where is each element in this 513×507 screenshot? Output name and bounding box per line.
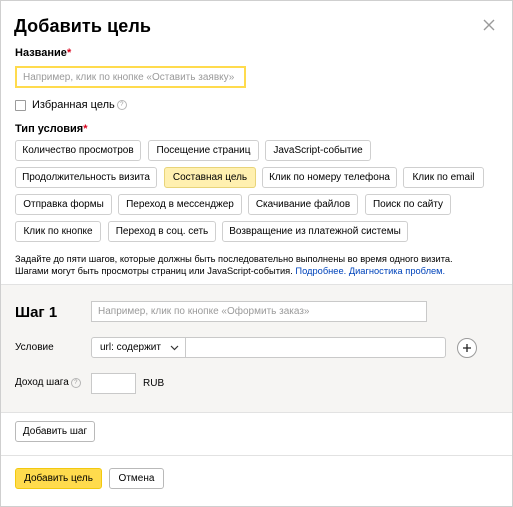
question-icon[interactable]: ? (70, 377, 81, 388)
condition-value-input[interactable] (185, 337, 446, 358)
chip-label: Клик по email (412, 172, 475, 183)
condition-chip-payment-return[interactable]: Возвращение из платежной системы (222, 221, 408, 242)
submit-goal-button[interactable]: Добавить цель (15, 468, 102, 489)
cancel-button[interactable]: Отмена (109, 468, 164, 489)
more-link[interactable]: Подробнее. (295, 266, 346, 276)
step-title: Шаг 1 (15, 304, 58, 321)
chevron-down-icon (170, 345, 179, 351)
condition-chip-visit-duration[interactable]: Продолжительность визита (15, 167, 157, 188)
question-icon[interactable]: ? (116, 100, 127, 110)
chip-label: Клик по кнопке (23, 226, 93, 237)
close-icon[interactable] (482, 18, 496, 32)
plus-icon (463, 344, 471, 352)
step-name-placeholder: Например, клик по кнопке «Оформить заказ… (98, 306, 310, 317)
condition-chip-phone-click[interactable]: Клик по номеру телефона (262, 167, 397, 188)
chip-label: Скачивание файлов (255, 199, 351, 210)
currency-label: RUB (143, 378, 165, 389)
add-step-button[interactable]: Добавить шаг (15, 421, 95, 442)
goal-name-placeholder: Например, клик по кнопке «Оставить заявк… (23, 71, 235, 83)
condition-chip-email-click[interactable]: Клик по email (403, 167, 484, 188)
submit-goal-label: Добавить цель (24, 473, 93, 484)
condition-operator-select[interactable]: url: содержит (91, 337, 186, 358)
description-line-2: Шагами могут быть просмотры страниц или … (15, 265, 505, 277)
chip-label: Составная цель (172, 172, 248, 183)
goal-name-input[interactable]: Например, клик по кнопке «Оставить заявк… (15, 66, 246, 88)
favorite-goal-row[interactable]: Избранная цель ? (15, 99, 127, 111)
step-name-input[interactable]: Например, клик по кнопке «Оформить заказ… (91, 301, 427, 322)
required-mark: * (83, 123, 88, 135)
condition-chip-file-download[interactable]: Скачивание файлов (248, 194, 358, 215)
chip-label: Продолжительность визита (22, 172, 150, 183)
diagnostics-link[interactable]: Диагностика проблем. (349, 266, 445, 276)
step-income-label: Доход шага ? (15, 377, 81, 388)
required-mark: * (66, 47, 72, 59)
cancel-label: Отмена (118, 473, 155, 484)
add-goal-dialog: Добавить цель Название* Например, клик п… (0, 0, 513, 507)
description-text: Шагами могут быть просмотры страниц или … (15, 266, 293, 276)
chip-label: JavaScript-событие (273, 145, 363, 156)
step-income-label-text: Доход шага (15, 377, 69, 388)
condition-chip-button-click[interactable]: Клик по кнопке (15, 221, 101, 242)
condition-chip-page-visit[interactable]: Посещение страниц (148, 140, 259, 161)
chip-label: Клик по номеру телефона (269, 172, 390, 183)
favorite-goal-checkbox[interactable] (15, 99, 26, 111)
chip-label: Количество просмотров (22, 145, 134, 156)
dialog-title: Добавить цель (14, 16, 152, 36)
footer-divider (1, 455, 512, 456)
add-step-label: Добавить шаг (22, 426, 88, 437)
chip-label: Переход в мессенджер (126, 199, 234, 210)
chip-label: Переход в соц. сеть (115, 226, 209, 237)
condition-chip-social[interactable]: Переход в соц. сеть (108, 221, 216, 242)
condition-chip-messenger[interactable]: Переход в мессенджер (118, 194, 242, 215)
condition-type-label: Тип условия* (15, 123, 88, 135)
description-line-1: Задайте до пяти шагов, которые должны бы… (15, 254, 453, 264)
composite-goal-description: Задайте до пяти шагов, которые должны бы… (15, 253, 505, 277)
condition-chip-site-search[interactable]: Поиск по сайту (365, 194, 451, 215)
condition-operator-value: url: содержит (100, 342, 161, 353)
add-condition-button[interactable] (457, 338, 477, 358)
chip-label: Поиск по сайту (372, 199, 444, 210)
condition-type-label-text: Тип условия (15, 123, 84, 135)
name-label: Название* (15, 47, 71, 59)
step-income-input[interactable] (91, 373, 136, 394)
favorite-goal-label: Избранная цель (32, 99, 115, 111)
chip-label: Возвращение из платежной системы (229, 226, 401, 237)
condition-chip-composite[interactable]: Составная цель (164, 167, 256, 188)
condition-chip-views[interactable]: Количество просмотров (15, 140, 141, 161)
chip-label: Посещение страниц (156, 145, 251, 156)
condition-chip-form-submit[interactable]: Отправка формы (15, 194, 112, 215)
condition-chip-js-event[interactable]: JavaScript-событие (265, 140, 371, 161)
chip-label: Отправка формы (23, 199, 104, 210)
name-label-text: Название (15, 47, 67, 59)
condition-label: Условие (15, 342, 54, 353)
